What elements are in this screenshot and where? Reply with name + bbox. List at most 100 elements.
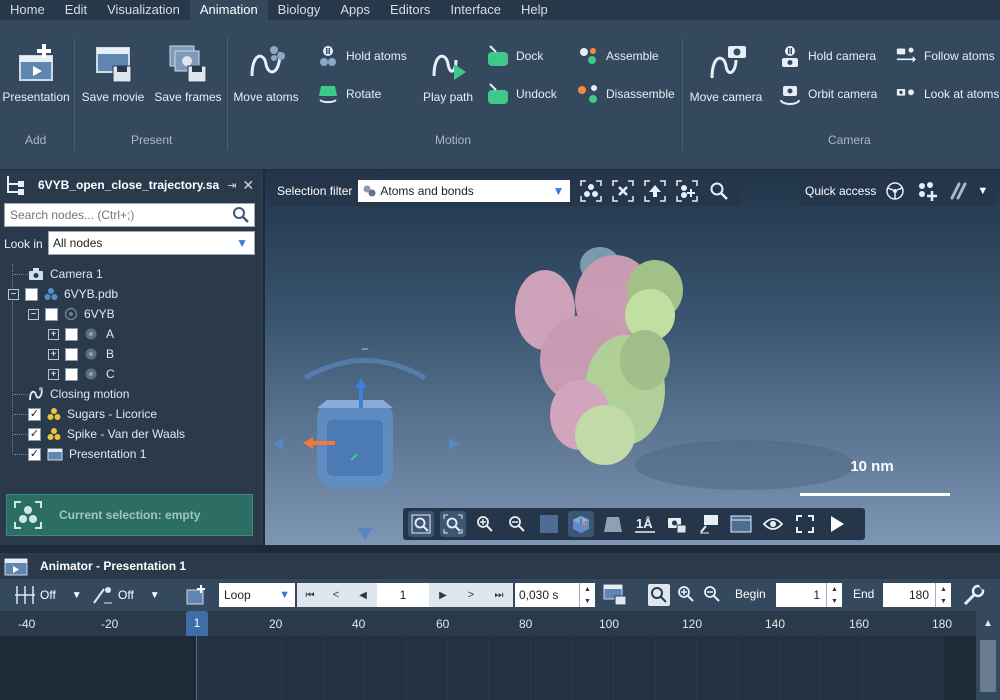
timeline-ruler[interactable]: -40 -20 1 20 40 60 80 100 120 140 160 18…	[0, 611, 1000, 636]
select-atoms-icon[interactable]	[578, 178, 604, 204]
pin-icon[interactable]: ⇥	[227, 179, 236, 192]
collapse-icon[interactable]: −	[8, 288, 19, 300]
visibility-checkbox[interactable]	[45, 307, 58, 321]
menu-apps[interactable]: Apps	[330, 0, 380, 20]
tree-item-6vyb[interactable]: − 6VYB	[28, 304, 115, 324]
zoom-in-icon[interactable]	[472, 511, 498, 537]
increment-icon[interactable]: ▲	[831, 586, 838, 593]
begin-spinner[interactable]: 1 ▲ ▼	[776, 583, 842, 607]
menu-visualization[interactable]: Visualization	[97, 0, 190, 20]
menu-edit[interactable]: Edit	[55, 0, 97, 20]
interpolation-toggle[interactable]: Off ▼	[92, 583, 160, 607]
perspective-icon[interactable]	[600, 511, 626, 537]
play-path-button[interactable]: Play path	[418, 42, 478, 104]
presentation-button[interactable]: Presentation	[2, 42, 70, 104]
vertical-scrollbar[interactable]	[976, 636, 1000, 700]
scroll-up-icon[interactable]: ▲	[976, 611, 1000, 636]
menu-help[interactable]: Help	[511, 0, 558, 20]
settings-wrench-icon[interactable]	[962, 583, 986, 610]
playback-mode-select[interactable]: Loop ▼	[219, 583, 295, 607]
frame-input[interactable]: 1	[377, 583, 429, 607]
visibility-icon[interactable]	[760, 511, 786, 537]
undock-button[interactable]: Undock	[486, 82, 557, 106]
disassemble-button[interactable]: Disassemble	[576, 82, 675, 106]
tree-item-camera[interactable]: Camera 1	[14, 264, 103, 284]
chevron-down-icon[interactable]: ▼	[72, 590, 82, 601]
export-frames-icon[interactable]	[603, 584, 627, 609]
hold-atoms-button[interactable]: Hold atoms	[316, 44, 407, 68]
ruler-icon[interactable]: 1Å	[632, 511, 658, 537]
expand-icon[interactable]: +	[48, 368, 59, 380]
chevron-down-icon[interactable]: ▼	[977, 185, 988, 197]
look-in-select[interactable]: All nodes ▼	[48, 231, 255, 255]
increment-icon[interactable]: ▲	[584, 586, 591, 593]
step-forward-icon[interactable]: ▶	[429, 590, 457, 601]
add-atoms-icon[interactable]	[914, 178, 940, 204]
background-icon[interactable]	[536, 511, 562, 537]
menu-interface[interactable]: Interface	[440, 0, 511, 20]
scrollbar-thumb[interactable]	[980, 640, 996, 692]
search-input[interactable]	[4, 203, 255, 227]
zoom-out-icon[interactable]	[504, 511, 530, 537]
follow-atoms-button[interactable]: Follow atoms	[892, 46, 995, 66]
visibility-checkbox[interactable]: ✓	[28, 447, 41, 461]
add-to-selection-icon[interactable]	[674, 178, 700, 204]
tree-item-pdb[interactable]: − 6VYB.pdb	[8, 284, 118, 304]
save-movie-button[interactable]: Save movie	[80, 42, 146, 104]
first-frame-icon[interactable]: ⏮	[297, 590, 323, 601]
menu-home[interactable]: Home	[0, 0, 55, 20]
save-frames-button[interactable]: Save frames	[152, 42, 224, 104]
step-back-icon[interactable]: ◀	[349, 590, 377, 601]
last-frame-icon[interactable]: ⏭	[485, 590, 513, 601]
zoom-fit-timeline-icon[interactable]	[648, 584, 670, 606]
tree-item-sugars[interactable]: ✓ Sugars - Licorice	[14, 404, 157, 424]
move-camera-button[interactable]: Move camera	[688, 42, 764, 104]
play-icon[interactable]	[824, 511, 850, 537]
menu-editors[interactable]: Editors	[380, 0, 440, 20]
visibility-checkbox[interactable]: ✓	[28, 407, 41, 421]
licorice-icon[interactable]	[946, 178, 972, 204]
tree-item-motion[interactable]: Closing motion	[14, 384, 129, 404]
menu-animation[interactable]: Animation	[189, 0, 268, 20]
panel-icon[interactable]	[728, 511, 754, 537]
search-field[interactable]	[10, 208, 232, 222]
end-spinner[interactable]: 180 ▲ ▼	[883, 583, 951, 607]
camera-view-icon[interactable]	[568, 511, 594, 537]
visibility-checkbox[interactable]	[65, 347, 78, 361]
menu-biology[interactable]: Biology	[268, 0, 331, 20]
dock-button[interactable]: Dock	[486, 44, 543, 68]
molecule-render[interactable]	[505, 240, 965, 495]
look-at-atoms-button[interactable]: Look at atoms	[892, 84, 999, 104]
screenshot-icon[interactable]	[664, 511, 690, 537]
previous-keyframe-icon[interactable]: <	[323, 589, 349, 601]
clear-selection-icon[interactable]	[610, 178, 636, 204]
tree-item-spike[interactable]: ✓ Spike - Van der Waals	[14, 424, 185, 444]
snap-toggle[interactable]: Off ▼	[14, 583, 82, 607]
tree-item-chain-b[interactable]: + B	[48, 344, 114, 364]
decrement-icon[interactable]: ▼	[940, 598, 947, 605]
frame-duration-spinner[interactable]: 0,030 s ▲ ▼	[515, 583, 595, 607]
select-parent-icon[interactable]	[642, 178, 668, 204]
visibility-checkbox[interactable]	[65, 327, 78, 341]
next-keyframe-icon[interactable]: >	[457, 589, 485, 601]
orbit-camera-button[interactable]: Orbit camera	[778, 82, 877, 106]
tree-item-chain-c[interactable]: + C	[48, 364, 115, 384]
rotate-button[interactable]: Rotate	[316, 82, 381, 106]
search-icon[interactable]	[232, 206, 250, 224]
visibility-checkbox[interactable]	[65, 367, 78, 381]
chevron-down-icon[interactable]: ▼	[150, 590, 160, 601]
hold-camera-button[interactable]: Hold camera	[778, 44, 876, 68]
expand-icon[interactable]: +	[48, 328, 59, 340]
zoom-in-timeline-icon[interactable]	[677, 585, 695, 606]
zoom-selection-icon[interactable]	[440, 511, 466, 537]
zoom-fit-icon[interactable]	[408, 511, 434, 537]
close-icon[interactable]: ✕	[242, 177, 254, 194]
increment-icon[interactable]: ▲	[940, 586, 947, 593]
3d-viewport[interactable]: Selection filter Atoms and bonds ▼ Quick…	[265, 170, 1000, 545]
zoom-out-timeline-icon[interactable]	[703, 585, 721, 606]
add-keyframe-icon[interactable]	[186, 584, 208, 609]
comment-icon[interactable]	[696, 511, 722, 537]
collapse-icon[interactable]: −	[28, 308, 39, 320]
tree-item-chain-a[interactable]: + A	[48, 324, 114, 344]
tree-item-presentation[interactable]: ✓ Presentation 1	[14, 444, 146, 464]
